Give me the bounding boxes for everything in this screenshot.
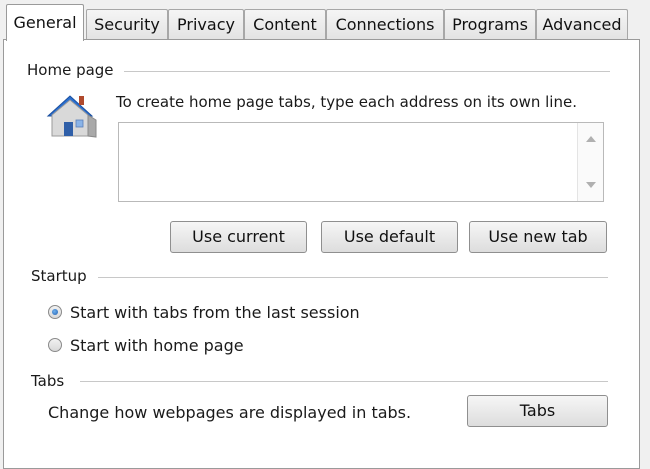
home-page-divider	[124, 71, 610, 72]
startup-option-label: Start with tabs from the last session	[70, 302, 360, 322]
tab-strip: General Security Privacy Content Connect…	[6, 4, 646, 41]
tab-content[interactable]: Content	[244, 9, 326, 39]
tab-security[interactable]: Security	[86, 9, 168, 39]
scroll-down-arrow-icon[interactable]	[586, 182, 596, 188]
startup-group-title: Startup	[31, 267, 95, 285]
startup-divider	[98, 277, 608, 278]
tabs-settings-button[interactable]: Tabs	[467, 395, 608, 427]
use-current-button[interactable]: Use current	[170, 221, 307, 253]
home-page-addresses-input[interactable]	[118, 122, 604, 202]
use-default-button[interactable]: Use default	[321, 221, 458, 253]
startup-option-label: Start with home page	[70, 335, 244, 355]
tabs-group-title: Tabs	[31, 372, 73, 390]
tabs-description: Change how webpages are displayed in tab…	[48, 403, 412, 422]
radio-button-unchecked[interactable]	[48, 338, 62, 352]
tab-programs[interactable]: Programs	[444, 9, 536, 39]
tab-connections[interactable]: Connections	[326, 9, 444, 39]
general-tab-panel: Home page To create home page tabs, type…	[3, 39, 640, 469]
tab-advanced[interactable]: Advanced	[536, 9, 628, 39]
tab-general[interactable]: General	[6, 4, 84, 41]
startup-option-last-session[interactable]: Start with tabs from the last session	[48, 301, 360, 323]
home-page-group-title: Home page	[27, 61, 122, 79]
radio-button-checked[interactable]	[48, 305, 62, 319]
use-new-tab-button[interactable]: Use new tab	[469, 221, 607, 253]
home-page-description: To create home page tabs, type each addr…	[116, 93, 577, 111]
addresses-scrollbar[interactable]	[577, 123, 603, 201]
tab-privacy[interactable]: Privacy	[168, 9, 244, 39]
startup-option-home-page[interactable]: Start with home page	[48, 334, 244, 356]
house-icon	[46, 95, 97, 138]
scroll-up-arrow-icon[interactable]	[586, 136, 596, 142]
tabs-divider	[80, 381, 608, 382]
